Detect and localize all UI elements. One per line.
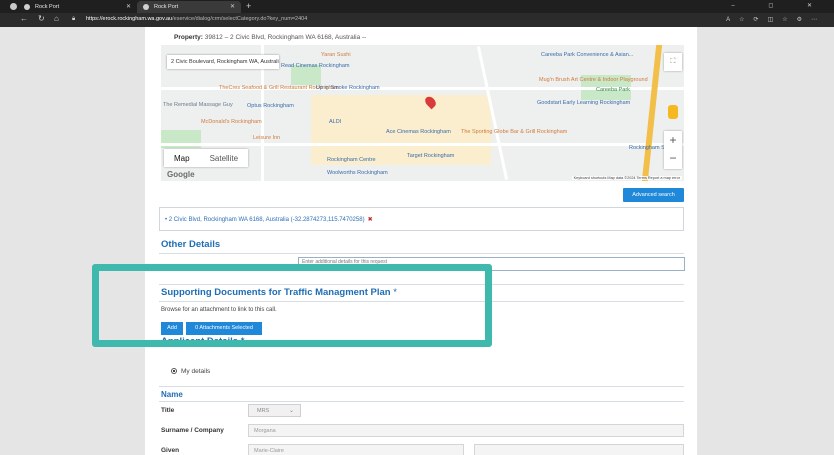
google-logo: Google [167,170,195,179]
map-label: ALDI [329,119,342,125]
close-tab-icon[interactable]: ✕ [126,3,131,10]
map-label: Up in Smoke Rockingham [316,85,380,91]
map-label: Goodstart Early Learning Rockingham [537,100,631,106]
selected-address: • 2 Civic Blvd, Rockingham WA 6168, Aust… [165,217,373,223]
chevron-down-icon: ⌄ [288,408,294,414]
url-host: https://erock.rockingham.wa.gov.au [86,16,173,22]
lock-icon[interactable]: 🔒︎ [72,16,75,23]
given-label: Given [161,447,180,454]
tab-title: Rock Port [154,4,179,10]
map-search-input[interactable]: 2 Civic Boulevard, Rockingham WA, Austra… [167,55,279,69]
radio-selected-icon[interactable] [171,368,177,374]
given-second-input[interactable] [474,444,684,455]
highlight-annotation-box [92,264,492,347]
window-controls[interactable]: – ◻ ✕ [731,2,828,9]
browser-toolbar-icons[interactable]: A☆⟳◫☆⚙⋯ [726,16,826,23]
map-label: Ace Cinemas Rockingham [386,129,451,135]
url-path: /eservice/dialog/crm/selectCategory.do?k… [172,16,308,22]
my-details-radio[interactable]: My details [171,367,210,375]
refresh-icon[interactable]: ↻ [38,14,45,23]
map-type-map-button[interactable]: Map [164,149,200,167]
map-label: Target Rockingham [407,153,455,159]
map-label: The Remedial Massage Guy [163,102,233,108]
close-tab-icon[interactable]: ✕ [230,3,235,10]
browser-tab-1[interactable]: Rock Port ✕ [0,1,137,13]
map-label: Rockingham Centre [327,157,376,163]
other-details-heading: Other Details [161,239,221,250]
map-label: McDonald's Rockingham [201,119,262,125]
map-road [161,143,684,146]
favicon-icon [143,4,149,10]
back-icon[interactable]: ← [20,14,28,23]
location-map[interactable]: Yaran Sushi Careeba Park Convenience & A… [161,45,684,181]
favicon-icon [24,4,30,10]
map-label: Mug'n Brush Art Centre & Indoor Playgrou… [539,77,648,83]
section-divider [159,401,684,402]
my-details-label: My details [181,368,211,375]
surname-label: Surname / Company [161,427,224,434]
remove-address-icon[interactable]: ✖ [368,217,373,223]
fullscreen-icon[interactable]: ⛶ [664,53,682,71]
street-view-pegman-icon[interactable] [668,105,678,119]
name-section-heading: Name [161,390,183,399]
section-divider [159,253,684,254]
browser-tab-bar: Rock Port ✕ Rock Port ✕ + – ◻ ✕ [0,0,834,13]
property-value: 39812 – 2 Civic Blvd, Rockingham WA 6168… [204,34,367,41]
map-label: Careeba Park Convenience & Asian... [541,52,634,58]
zoom-out-button[interactable]: − [664,149,682,167]
map-freeway [641,45,663,181]
map-label: Leisure Inn [253,135,281,141]
given-input[interactable]: Marie-Claire [248,444,464,455]
browser-address-bar: ← ↻ ⌂ 🔒︎ https://erock.rockingham.wa.gov… [0,13,834,27]
surname-input[interactable]: Morgana [248,424,684,437]
map-attribution[interactable]: Keyboard shortcuts Map data ©2024 Terms … [571,176,682,180]
zoom-control[interactable]: + − [664,131,682,169]
title-label: Title [161,407,175,414]
map-type-control[interactable]: Map Satellite [164,149,249,167]
title-value: MRS [257,408,270,414]
url-field[interactable]: https://erock.rockingham.wa.gov.au/eserv… [86,16,307,22]
map-label: Woolworths Rockingham [327,170,388,176]
browser-tab-2-active[interactable]: Rock Port ✕ [137,1,241,13]
map-label: Yaran Sushi [321,52,351,58]
selected-address-link[interactable]: 2 Civic Blvd, Rockingham WA 6168, Austra… [169,217,365,223]
map-label: Optus Rockingham [247,103,294,109]
tab-title: Rock Port [35,4,60,10]
selected-address-box: • 2 Civic Blvd, Rockingham WA 6168, Aust… [159,207,684,231]
home-icon[interactable]: ⌂ [54,14,59,23]
property-label: Property: [174,34,203,41]
map-label: Read Cinemas Rockingham [281,63,350,69]
new-tab-button[interactable]: + [246,1,251,11]
property-line: Property: 39812 – 2 Civic Blvd, Rockingh… [174,34,366,41]
map-label: The Sporting Globe Bar & Grill Rockingha… [461,129,568,135]
title-select[interactable]: MRS ⌄ [248,404,301,417]
advanced-search-button[interactable]: Advanced search [623,188,684,202]
section-divider [159,386,684,387]
map-label: Careeba Park [596,87,630,93]
zoom-in-button[interactable]: + [664,131,682,149]
map-type-satellite-button[interactable]: Satellite [200,149,248,167]
